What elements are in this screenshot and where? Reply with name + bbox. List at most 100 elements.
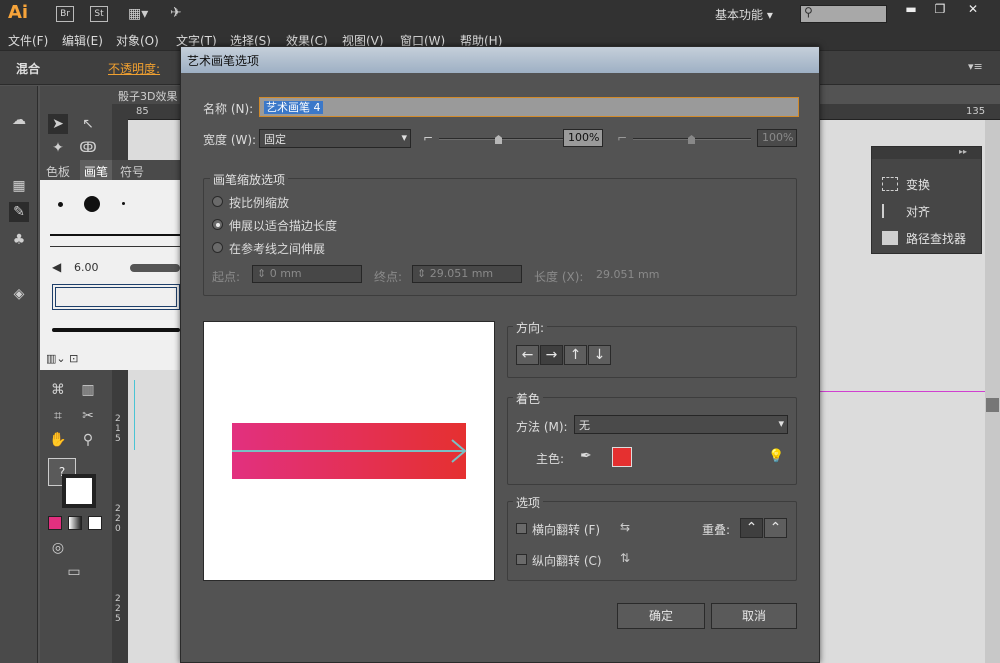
width-slider-thumb[interactable] — [495, 135, 502, 144]
symbols-icon[interactable]: ♣ — [9, 230, 29, 250]
menu-edit[interactable]: 编辑(E) — [62, 32, 103, 49]
direction-up-button[interactable]: ↑ — [564, 345, 587, 365]
document-tab[interactable]: 骰子3D效果 — [112, 86, 182, 104]
panel-menu-icon[interactable]: ▾≡ — [968, 60, 983, 73]
stroke-swatch[interactable] — [62, 474, 96, 508]
pathfinder-icon — [882, 231, 898, 245]
ruler-tick-label: 85 — [136, 106, 149, 117]
magic-wand-icon[interactable]: ✦ — [48, 138, 68, 158]
width-percent-input[interactable]: 100% — [563, 129, 603, 147]
tab-symbols[interactable]: 符号 — [120, 163, 144, 180]
gpu-performance-icon[interactable]: ✈ — [170, 5, 192, 23]
brush-charcoal[interactable] — [52, 328, 180, 332]
gradient-mode-button[interactable] — [68, 516, 82, 530]
direct-selection-icon[interactable]: ↖ — [78, 114, 98, 134]
search-input[interactable]: ⚲ — [800, 5, 887, 23]
cancel-button[interactable]: 取消 — [711, 603, 797, 629]
flip-along-label[interactable]: 横向翻转 (F) — [532, 521, 600, 538]
selection-tool-icon[interactable]: ➤ — [48, 114, 68, 134]
artboard-tool-icon[interactable]: ⌗ — [48, 406, 68, 426]
speaker-icon: ◀ — [52, 260, 62, 274]
direction-down-button[interactable]: ↓ — [588, 345, 611, 365]
graph-tool-icon[interactable]: ▥ — [78, 380, 98, 400]
arrange-documents-icon[interactable]: ▦▾ — [128, 6, 154, 22]
slice-tool-icon[interactable]: ✂ — [78, 406, 98, 426]
flip-along-checkbox[interactable] — [516, 523, 527, 534]
key-color-swatch[interactable] — [612, 447, 632, 467]
scrollbar-thumb[interactable] — [986, 398, 999, 412]
opacity-label[interactable]: 不透明度: — [108, 60, 160, 77]
brush-pattern[interactable] — [52, 284, 180, 310]
width-percent-input-2: 100% — [757, 129, 797, 147]
dialog-title: 艺术画笔选项 — [187, 54, 260, 68]
transform-icon — [882, 177, 898, 191]
chevron-down-icon: ▾ — [778, 417, 784, 430]
scale-stretch-radio[interactable] — [212, 219, 223, 230]
ruler-tick-label: 2 2 0 — [115, 504, 121, 534]
overlap-adjust-button[interactable]: ⌃ — [740, 518, 763, 538]
scale-option-label[interactable]: 按比例缩放 — [229, 194, 289, 211]
workspace-switcher[interactable]: 基本功能 ▾ — [715, 6, 773, 23]
brush-calligraphic[interactable] — [130, 264, 180, 272]
draw-mode-icon[interactable]: ◎ — [48, 538, 68, 558]
panel-item-align[interactable]: 对齐 — [882, 200, 930, 222]
scale-option-label[interactable]: 伸展以适合描边长度 — [229, 217, 337, 234]
width-dropdown[interactable]: 固定 ▾ — [259, 129, 411, 148]
flip-across-checkbox[interactable] — [516, 554, 527, 565]
width-variation-icon-2: ⌐ — [617, 131, 628, 145]
brush-line-thin[interactable] — [50, 234, 180, 236]
preview-arrow-path — [232, 439, 467, 463]
brush-line-hair[interactable] — [50, 246, 180, 247]
width-slider-thumb-2 — [688, 135, 695, 144]
flip-across-label[interactable]: 纵向翻转 (C) — [532, 552, 602, 569]
menu-object[interactable]: 对象(O) — [116, 32, 159, 49]
hand-tool-icon[interactable]: ✋ — [48, 430, 68, 450]
scale-proportional-radio[interactable] — [212, 196, 223, 207]
overlap-none-button[interactable]: ⌃ — [764, 518, 787, 538]
restore-button[interactable]: ❐ — [926, 2, 954, 20]
lasso-icon[interactable]: ↂ — [78, 138, 98, 158]
end-input: ⇕ 29.051 mm — [412, 265, 522, 283]
direction-right-button[interactable]: → — [540, 345, 563, 365]
layers-icon[interactable]: ◈ — [9, 284, 29, 304]
app-logo: Ai — [8, 2, 29, 23]
zoom-tool-icon[interactable]: ⚲ — [78, 430, 98, 450]
application-bar: Ai Br St ▦▾ ✈ 基本功能 ▾ ⚲ ▬ ❐ ✕ — [0, 0, 1000, 29]
panel-item-transform[interactable]: 变换 — [882, 173, 930, 195]
screen-mode-icon[interactable]: ▭ — [64, 562, 84, 582]
menu-file[interactable]: 文件(F) — [8, 32, 48, 49]
direction-group: 方向: ← → ↑ ↓ — [507, 319, 797, 378]
direction-left-button[interactable]: ← — [516, 345, 539, 365]
minimize-button[interactable]: ▬ — [897, 2, 925, 20]
bridge-button[interactable]: Br — [56, 6, 74, 22]
method-dropdown-value: 无 — [579, 419, 590, 432]
brush-library-icon[interactable]: ▥⌄ ⊡ — [46, 352, 78, 365]
color-mode-button[interactable] — [48, 516, 62, 530]
tab-swatches[interactable]: 色板 — [46, 163, 70, 180]
brush-dot-tiny[interactable] — [122, 202, 125, 205]
brush-dot-small[interactable] — [58, 202, 63, 207]
tab-brushes[interactable]: 画笔 — [80, 160, 113, 180]
vertical-scrollbar[interactable] — [985, 120, 1000, 663]
tips-icon[interactable]: 💡 — [768, 449, 784, 464]
brush-size-value: 6.00 — [74, 261, 99, 274]
eyedropper-icon[interactable]: ✒ — [580, 448, 592, 464]
name-label: 名称 (N): — [203, 102, 254, 116]
stock-button[interactable]: St — [90, 6, 108, 22]
chevron-down-icon: ▾ — [766, 8, 773, 22]
close-button[interactable]: ✕ — [956, 2, 990, 20]
scale-option-label[interactable]: 在参考线之间伸展 — [229, 240, 325, 257]
brush-dot-large[interactable] — [84, 196, 100, 212]
swatches-icon[interactable]: ▦ — [9, 176, 29, 196]
dialog-title-bar[interactable]: 艺术画笔选项 — [181, 47, 819, 73]
ok-button[interactable]: 确定 — [617, 603, 705, 629]
symbol-sprayer-icon[interactable]: ⌘ — [48, 380, 68, 400]
cc-libraries-icon[interactable]: ☁ — [9, 110, 29, 130]
method-dropdown[interactable]: 无 ▾ — [574, 415, 788, 434]
panel-item-pathfinder[interactable]: 路径查找器 — [882, 227, 966, 249]
none-mode-button[interactable] — [88, 516, 102, 530]
brushes-panel: 色板 画笔 符号 ◀ 6.00 ▥⌄ ⊡ — [40, 160, 180, 370]
name-input[interactable]: 艺术画笔 4 — [259, 97, 799, 117]
scale-guides-radio[interactable] — [212, 242, 223, 253]
brushes-icon[interactable]: ✎ — [9, 202, 29, 222]
